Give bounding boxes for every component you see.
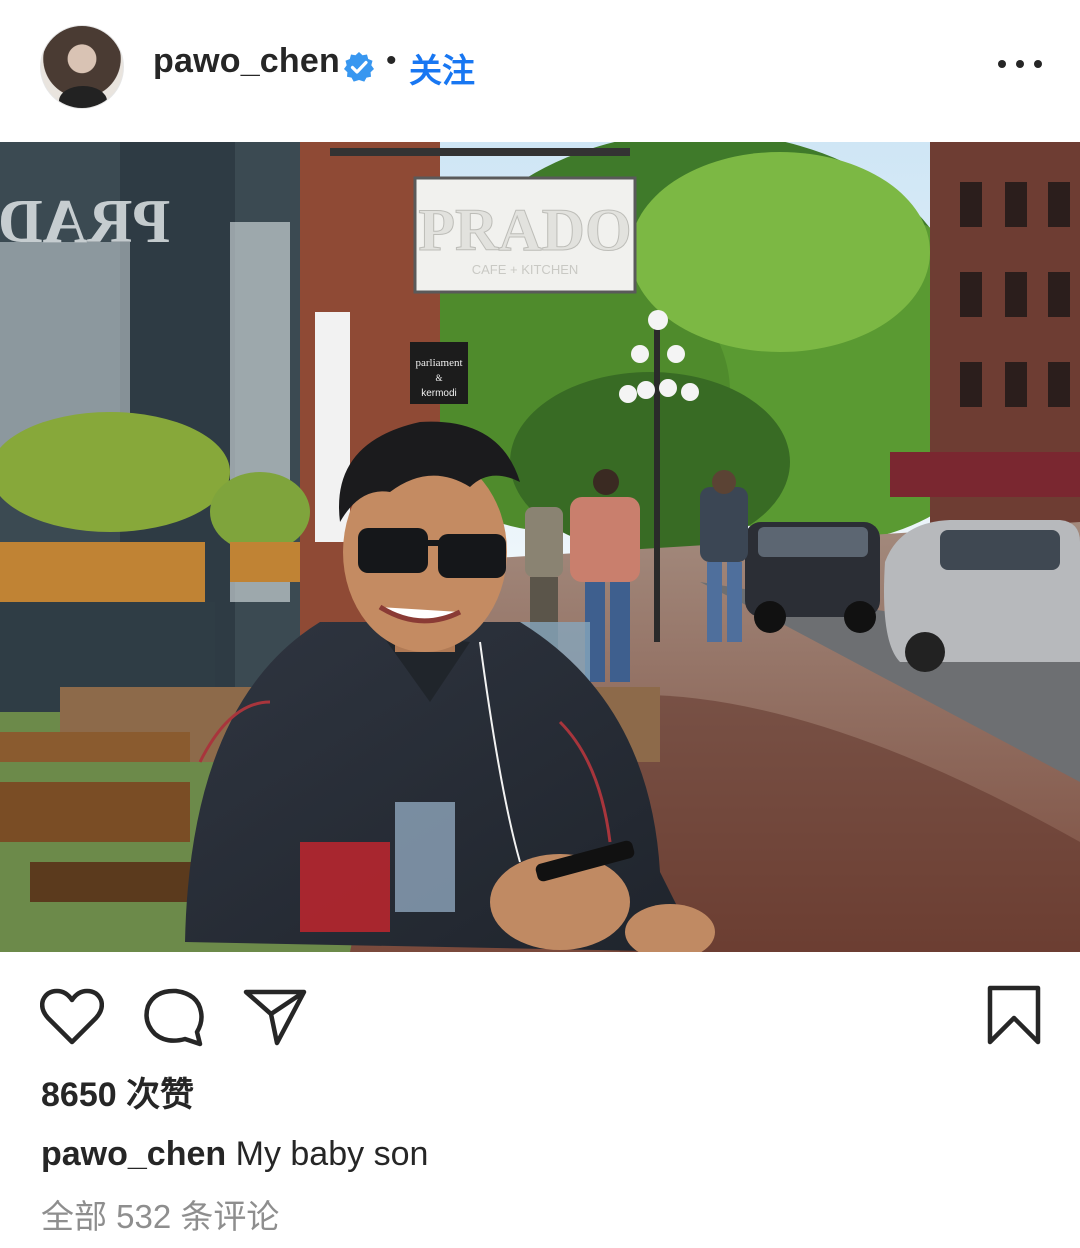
sign-parliament-line1: parliament [415,357,462,369]
post-header: pawo_chen • 关注 [0,0,1080,135]
action-bar [0,980,1080,1060]
more-dot [998,60,1006,68]
heart-icon[interactable] [40,988,104,1046]
sign-parliament-line2: & [435,373,442,383]
likes-count[interactable]: 8650 次赞 [41,1067,194,1116]
paper-plane-icon[interactable] [243,988,307,1046]
verified-badge-icon [344,52,374,82]
view-all-comments-link[interactable]: 全部 532 条评论 [41,1190,279,1238]
sign-parliament-line3: kermodi [421,388,457,399]
comment-bubble-icon[interactable] [143,986,205,1048]
bookmark-icon[interactable] [985,984,1043,1046]
avatar[interactable] [40,25,124,109]
follow-button[interactable]: 关注 [409,44,475,92]
window-sign-text: PRADO [0,188,170,256]
caption-username[interactable]: pawo_chen [41,1135,226,1173]
sign-prado-text: PRADO [418,197,631,263]
post-photo[interactable]: PRADO CAFE + KITCHEN PRADO parliament & … [0,142,1080,952]
post-username[interactable]: pawo_chen [153,42,340,81]
more-dot [1034,60,1042,68]
header-separator: • [386,44,397,77]
caption-text: My baby son [235,1135,429,1173]
sign-prado-subtext: CAFE + KITCHEN [472,262,579,277]
post-photo-illustration: PRADO CAFE + KITCHEN PRADO parliament & … [0,142,1080,952]
post-caption: pawo_chen My baby son [41,1135,428,1174]
avatar-shirt [59,86,107,108]
more-options-icon[interactable] [998,52,1042,76]
more-dot [1016,60,1024,68]
